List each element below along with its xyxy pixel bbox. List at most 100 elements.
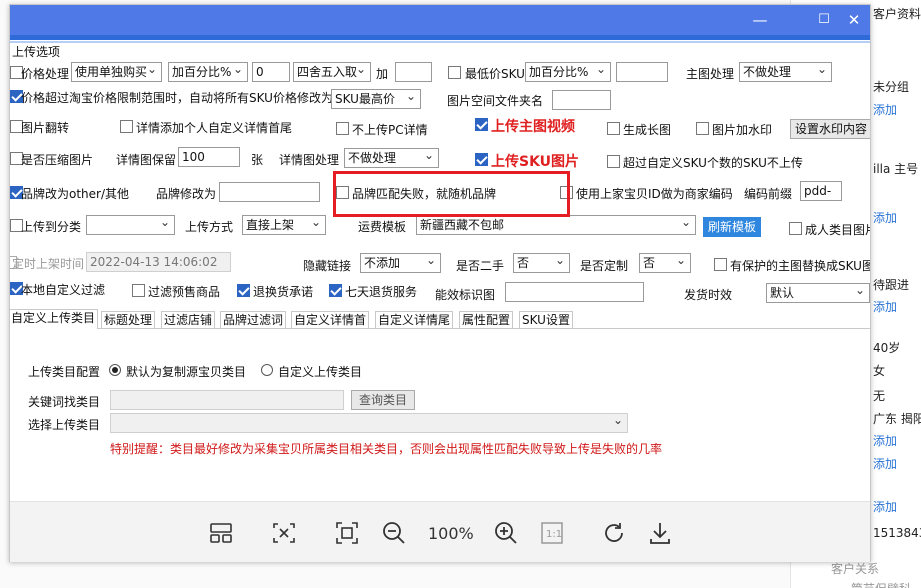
code-prefix-input[interactable]: pdd- bbox=[800, 181, 842, 201]
tab-filter-shop[interactable]: 过滤店铺 bbox=[161, 311, 216, 329]
personal-detail-checkbox[interactable] bbox=[120, 120, 133, 133]
sku-price-select[interactable]: SKU最高价 bbox=[331, 89, 421, 109]
no-pc-detail-checkbox[interactable] bbox=[336, 122, 349, 135]
watermark-checkbox[interactable] bbox=[696, 122, 709, 135]
lowest-value-input[interactable] bbox=[616, 62, 668, 82]
folder-input[interactable] bbox=[552, 90, 611, 110]
keyword-input[interactable] bbox=[110, 390, 344, 410]
protected-checkbox[interactable] bbox=[714, 258, 727, 271]
add-value-input[interactable] bbox=[395, 62, 432, 82]
tab-detail-tail[interactable]: 自定义详情尾 bbox=[375, 311, 454, 329]
zoom-out-icon[interactable] bbox=[380, 519, 408, 547]
add-link[interactable]: 添加 bbox=[873, 209, 897, 226]
maximize-icon[interactable]: ☐ bbox=[814, 10, 834, 30]
set-watermark-button[interactable]: 设置水印内容 bbox=[790, 119, 870, 139]
brand-change-input[interactable] bbox=[219, 182, 320, 202]
price-value-input[interactable]: 0 bbox=[252, 62, 290, 82]
adult-category-checkbox[interactable] bbox=[789, 222, 802, 235]
add-link[interactable]: 添加 bbox=[873, 455, 897, 472]
custom-category-radio[interactable] bbox=[261, 364, 273, 376]
tab-sku[interactable]: SKU设置 bbox=[519, 311, 573, 329]
return-promise-checkbox[interactable] bbox=[237, 284, 250, 297]
detail-process-select[interactable]: 不做处理 bbox=[344, 148, 439, 168]
filter-presale-checkbox[interactable] bbox=[132, 284, 145, 297]
one-to-one-icon[interactable]: 1:1 bbox=[538, 519, 566, 547]
flip-label: 图片翻转 bbox=[21, 121, 70, 135]
thumbnails-icon[interactable] bbox=[207, 519, 235, 547]
upload-method-select[interactable]: 直接上架 bbox=[242, 215, 326, 235]
datetime-input[interactable]: 2022-04-13 14:06:02 bbox=[86, 252, 231, 272]
tab-custom-category[interactable]: 自定义上传类目 bbox=[10, 309, 99, 329]
upload-sku-image-label: 上传SKU图片 bbox=[491, 154, 580, 170]
default-category-radio[interactable] bbox=[109, 364, 121, 376]
panel-text: 15138437 bbox=[873, 526, 921, 540]
upload-main-video-checkbox[interactable] bbox=[475, 118, 488, 131]
svg-text:1:1: 1:1 bbox=[546, 529, 562, 540]
actual-size-icon[interactable] bbox=[333, 519, 361, 547]
app-header-strip bbox=[10, 35, 870, 40]
price-mode-select[interactable]: 使用单独购买 bbox=[71, 62, 162, 82]
upload-sku-image-checkbox[interactable] bbox=[475, 153, 488, 166]
panel-text: 女 bbox=[873, 364, 886, 378]
watermark-label: 图片加水印 bbox=[712, 123, 773, 137]
tab-title[interactable]: 标题处理 bbox=[101, 311, 156, 329]
panel-text: 客户关系 bbox=[831, 562, 880, 576]
add-link[interactable]: 添加 bbox=[873, 298, 897, 315]
protected-label: 有保护的主图替换成SKU图 bbox=[730, 259, 870, 273]
second-hand-select[interactable]: 否 bbox=[513, 253, 570, 273]
highlight-box bbox=[333, 171, 570, 217]
query-category-button[interactable]: 查询类目 bbox=[351, 390, 415, 410]
close-icon[interactable]: ✕ bbox=[844, 10, 864, 30]
zoom-in-icon[interactable] bbox=[492, 519, 520, 547]
tab-brand-filter[interactable]: 品牌过滤词 bbox=[220, 311, 287, 329]
panel-title: 客户资料 bbox=[873, 7, 921, 21]
rotate-icon[interactable] bbox=[600, 519, 628, 547]
lowest-sku-checkbox[interactable] bbox=[448, 66, 461, 79]
add-link[interactable]: 添加 bbox=[873, 498, 897, 515]
image-viewer-window: — ☐ ✕ 上传选项 价格处理 使用单独购买 加百分比% 0 四舍五入取 加 最… bbox=[9, 4, 871, 562]
unit-label: 张 bbox=[251, 153, 264, 167]
download-icon[interactable] bbox=[646, 519, 674, 547]
custom-label: 是否定制 bbox=[580, 259, 629, 273]
hidden-link-label: 隐藏链接 bbox=[303, 259, 352, 273]
fit-screen-icon[interactable] bbox=[270, 519, 298, 547]
seven-day-label: 七天退货服务 bbox=[345, 285, 418, 299]
long-image-checkbox[interactable] bbox=[607, 122, 620, 135]
lowest-percent-select[interactable]: 加百分比% bbox=[525, 62, 611, 82]
shipping-select[interactable]: 新疆西藏不包邮 bbox=[416, 215, 696, 235]
upload-category-label: 上传到分类 bbox=[21, 220, 82, 234]
add-link[interactable]: 添加 bbox=[873, 432, 897, 449]
custom-select[interactable]: 否 bbox=[639, 253, 691, 273]
adult-category-label: 成人类目图片 bbox=[805, 223, 870, 237]
tab-detail-head[interactable]: 自定义详情首 bbox=[291, 311, 370, 329]
panel-text: illa 主号 bbox=[873, 162, 919, 176]
add-label: 加 bbox=[376, 67, 389, 81]
keyword-label: 关键词找类目 bbox=[28, 395, 101, 409]
main-image-select[interactable]: 不做处理 bbox=[739, 62, 832, 82]
title-bar: — ☐ ✕ bbox=[10, 5, 870, 35]
minimize-icon[interactable]: — bbox=[750, 10, 770, 30]
over-sku-checkbox[interactable] bbox=[607, 155, 620, 168]
upload-category-select[interactable] bbox=[86, 215, 175, 235]
rounding-select[interactable]: 四舍五入取 bbox=[293, 62, 371, 82]
select-category-dropdown[interactable] bbox=[110, 413, 628, 433]
refresh-template-button[interactable]: 刷新模板 bbox=[703, 217, 761, 237]
efficacy-input[interactable] bbox=[505, 282, 644, 302]
no-pc-detail-label: 不上传PC详情 bbox=[352, 123, 428, 137]
tab-attribute[interactable]: 属性配置 bbox=[459, 311, 514, 329]
brand-other-label: 品牌改为other/其他 bbox=[21, 187, 130, 201]
panel-text: 40岁 bbox=[873, 341, 901, 355]
percent-select[interactable]: 加百分比% bbox=[168, 62, 248, 82]
add-link[interactable]: 添加 bbox=[873, 101, 897, 118]
hidden-link-select[interactable]: 不添加 bbox=[360, 253, 441, 273]
custom-category-label: 自定义上传类目 bbox=[278, 365, 363, 379]
seven-day-checkbox[interactable] bbox=[329, 284, 342, 297]
second-hand-label: 是否二手 bbox=[456, 259, 505, 273]
zoom-level: 100% bbox=[428, 524, 474, 543]
ship-time-select[interactable]: 默认 bbox=[766, 283, 870, 303]
timed-label: 定时上架时间 bbox=[12, 257, 85, 271]
filter-presale-label: 过滤预售商品 bbox=[148, 285, 221, 299]
detail-keep-input[interactable]: 100 bbox=[178, 147, 240, 167]
ship-time-label: 发货时效 bbox=[684, 288, 733, 302]
lowest-sku-label: 最低价SKU bbox=[465, 67, 525, 81]
